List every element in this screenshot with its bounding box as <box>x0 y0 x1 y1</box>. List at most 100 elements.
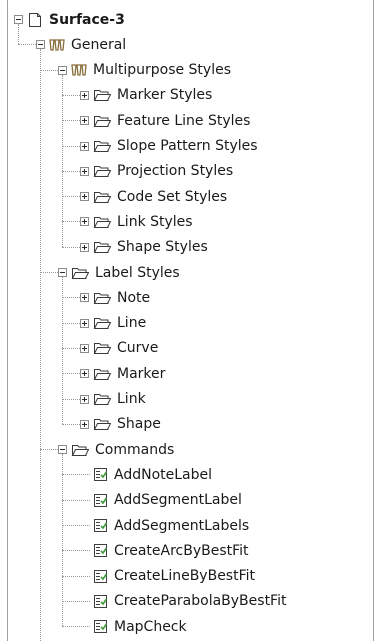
tree-node[interactable]: Note <box>80 285 150 310</box>
tree-node-label: AddSegmentLabels <box>114 517 250 534</box>
tree-node[interactable]: AddNoteLabel <box>80 462 212 487</box>
collapse-toggle-icon[interactable] <box>58 445 67 455</box>
tree-connector-line <box>18 44 36 46</box>
expand-toggle-icon[interactable] <box>80 293 89 303</box>
tree-node-label: AddSegmentLabel <box>114 492 242 509</box>
tree-node[interactable]: Shape Styles <box>80 235 208 260</box>
tree-node-label: Curve <box>117 340 159 357</box>
command-icon <box>93 594 108 609</box>
collapse-toggle-icon[interactable] <box>58 65 67 75</box>
tree-connector-line <box>62 575 90 577</box>
tree-node[interactable]: General <box>36 32 126 57</box>
tree-connector-line <box>62 246 80 248</box>
tree-connector-line <box>62 626 90 628</box>
tree-node[interactable]: Curve <box>80 336 158 361</box>
page-icon <box>27 12 43 28</box>
tree-node[interactable]: Projection Styles <box>80 159 233 184</box>
tree-node-label: Surface-3 <box>49 11 125 28</box>
command-icon <box>93 493 108 508</box>
folder-icon <box>93 341 111 355</box>
tree-connector-line <box>62 145 80 147</box>
folder-icon <box>93 88 111 102</box>
command-icon <box>93 467 108 482</box>
tree-connector-line <box>40 449 58 451</box>
tree-connector-line <box>40 69 58 71</box>
tree-node-label: Marker Styles <box>117 87 213 104</box>
expand-toggle-icon[interactable] <box>80 394 89 404</box>
tree-connector-line <box>62 322 80 324</box>
command-icon <box>93 518 108 533</box>
tree-connector-line <box>62 398 80 400</box>
expand-toggle-icon[interactable] <box>80 166 89 176</box>
tree-connector-line <box>62 297 80 299</box>
tree-connector-line <box>62 221 80 223</box>
tree-node-label: CreateLineByBestFit <box>114 568 255 585</box>
expand-toggle-icon[interactable] <box>80 369 89 379</box>
tree-node-label: Line <box>117 315 147 332</box>
styles-icon <box>49 38 65 52</box>
tree-node-label: AddNoteLabel <box>114 466 213 483</box>
tree-node[interactable]: Marker Styles <box>80 83 212 108</box>
tree-node[interactable]: Line <box>80 311 146 336</box>
expand-toggle-icon[interactable] <box>80 318 89 328</box>
tree-node[interactable]: CreateParabolaByBestFit <box>80 589 286 614</box>
tree-node-label: CreateParabolaByBestFit <box>114 593 287 610</box>
tree-node-label: CreateArcByBestFit <box>114 542 249 559</box>
tree-connector-line <box>62 94 80 96</box>
tree-node-label: Marker <box>117 365 166 382</box>
command-icon <box>93 543 108 558</box>
tree-node-label: Shape <box>117 416 161 433</box>
expand-toggle-icon[interactable] <box>80 141 89 151</box>
tree-node-label: MapCheck <box>114 618 187 635</box>
tree-connector-line <box>62 120 80 122</box>
panel-left-border <box>7 0 8 641</box>
tree-node[interactable]: Link Styles <box>80 209 193 234</box>
folder-icon <box>93 417 111 431</box>
tree-node[interactable]: CreateArcByBestFit <box>80 538 249 563</box>
tree-node-label: Feature Line Styles <box>117 112 251 129</box>
folder-icon <box>71 443 89 457</box>
tree-node-label: Link Styles <box>117 213 193 230</box>
expand-toggle-icon[interactable] <box>80 343 89 353</box>
folder-icon <box>93 240 111 254</box>
folder-icon <box>93 316 111 330</box>
tree-node[interactable]: Surface-3 <box>14 7 125 32</box>
collapse-toggle-icon[interactable] <box>14 15 23 24</box>
collapse-toggle-icon[interactable] <box>58 268 67 277</box>
tree-node[interactable]: Slope Pattern Styles <box>80 134 258 159</box>
tree-node-label: Multipurpose Styles <box>93 62 232 79</box>
tree-node[interactable]: AddSegmentLabel <box>80 488 242 513</box>
expand-toggle-icon[interactable] <box>80 116 89 126</box>
tree-node[interactable]: Link <box>80 387 146 412</box>
tree-node[interactable]: AddSegmentLabels <box>80 513 249 538</box>
tree-node[interactable]: Code Set Styles <box>80 184 227 209</box>
tree-node[interactable]: CreateLineByBestFit <box>80 564 255 589</box>
tree-node[interactable]: Label Styles <box>58 260 180 285</box>
tree-connector-line <box>62 347 80 349</box>
tree-connector-line <box>18 24 19 45</box>
tree-node[interactable]: Shape <box>80 412 161 437</box>
folder-icon <box>93 392 111 406</box>
folder-icon <box>93 139 111 153</box>
expand-toggle-icon[interactable] <box>80 242 89 252</box>
tree-connector-line <box>40 272 58 273</box>
expand-toggle-icon[interactable] <box>80 419 89 429</box>
tree-node-label: Note <box>117 289 151 306</box>
tree-node[interactable]: Marker <box>80 361 165 386</box>
tree-node[interactable]: Feature Line Styles <box>80 108 250 133</box>
collapse-toggle-icon[interactable] <box>36 40 45 50</box>
tree-connector-line <box>62 600 90 602</box>
expand-toggle-icon[interactable] <box>80 192 89 202</box>
tree-node-label: General <box>71 36 127 53</box>
tree-connector-line <box>62 277 63 424</box>
tree-node[interactable]: Commands <box>58 437 174 462</box>
expand-toggle-icon[interactable] <box>80 217 89 227</box>
folder-icon <box>93 190 111 204</box>
expand-toggle-icon[interactable] <box>80 90 89 100</box>
folder-icon <box>93 291 111 305</box>
tree-node[interactable]: Multipurpose Styles <box>58 58 231 83</box>
tree-node[interactable]: MapCheck <box>80 614 187 639</box>
tree-connector-line <box>62 499 90 501</box>
tree-node-label: Slope Pattern Styles <box>117 138 258 154</box>
folder-icon <box>93 215 111 229</box>
